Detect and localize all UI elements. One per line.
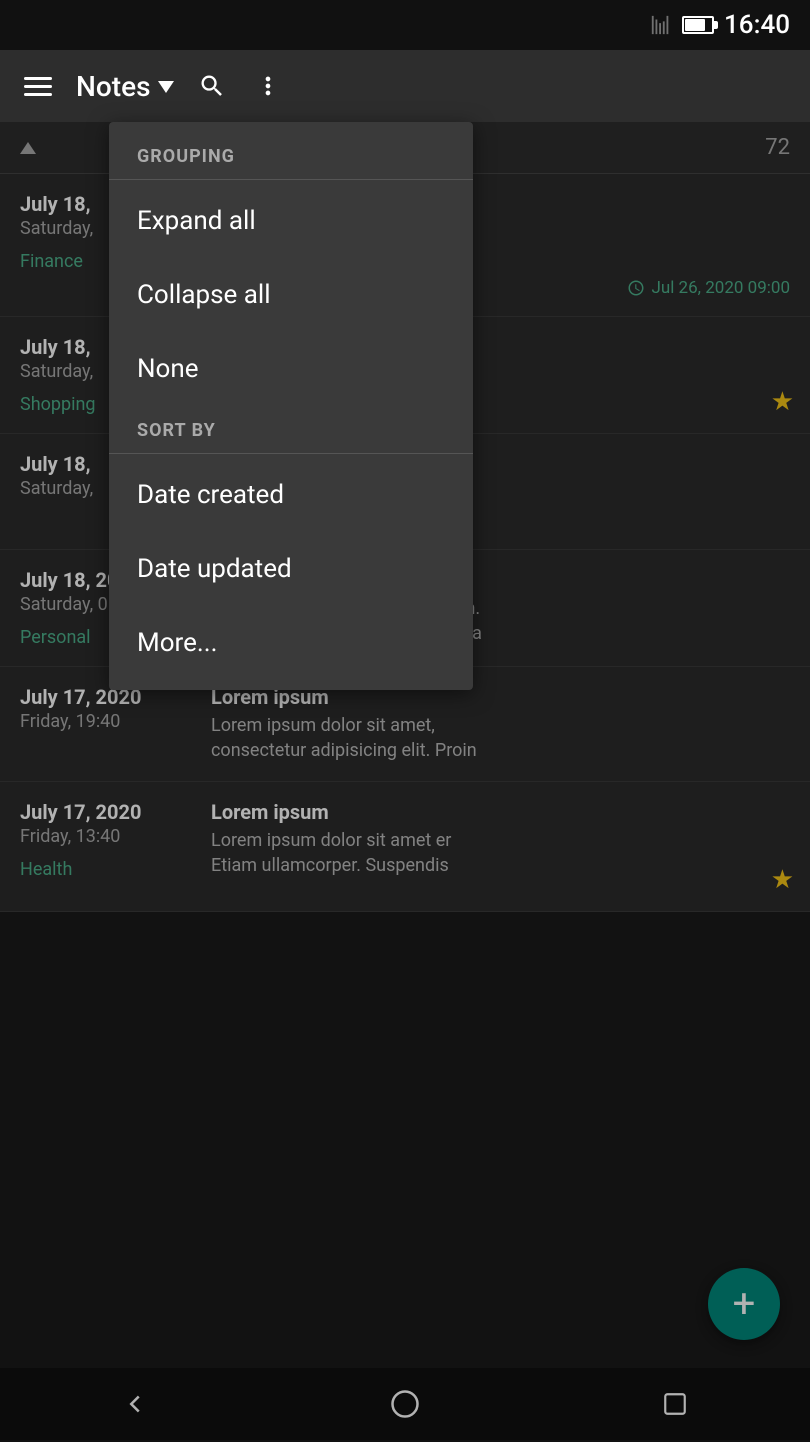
divider-1 — [109, 179, 473, 180]
date-updated-option[interactable]: Date updated — [109, 532, 473, 606]
hamburger-menu-button[interactable] — [20, 68, 56, 104]
signal-icon — [650, 14, 672, 36]
grouping-section-label: GROUPING — [109, 132, 473, 175]
collapse-all-option[interactable]: Collapse all — [109, 258, 473, 332]
none-option[interactable]: None — [109, 332, 473, 406]
status-bar: 16:40 — [0, 0, 810, 50]
grouping-dropdown-menu: GROUPING Expand all Collapse all None SO… — [109, 122, 473, 690]
title-dropdown-arrow-icon — [158, 81, 174, 93]
app-title: Notes — [76, 70, 150, 103]
more-option[interactable]: More... — [109, 606, 473, 680]
search-button[interactable] — [194, 68, 230, 104]
date-created-option[interactable]: Date created — [109, 458, 473, 532]
status-time: 16:40 — [724, 10, 790, 40]
expand-all-option[interactable]: Expand all — [109, 184, 473, 258]
more-vertical-icon — [254, 72, 282, 100]
hamburger-icon — [24, 77, 52, 96]
battery-icon — [682, 16, 714, 34]
more-options-button[interactable] — [250, 68, 286, 104]
divider-2 — [109, 453, 473, 454]
app-bar: Notes — [0, 50, 810, 122]
sort-by-section-label: SORT BY — [109, 406, 473, 449]
search-icon — [198, 72, 226, 100]
